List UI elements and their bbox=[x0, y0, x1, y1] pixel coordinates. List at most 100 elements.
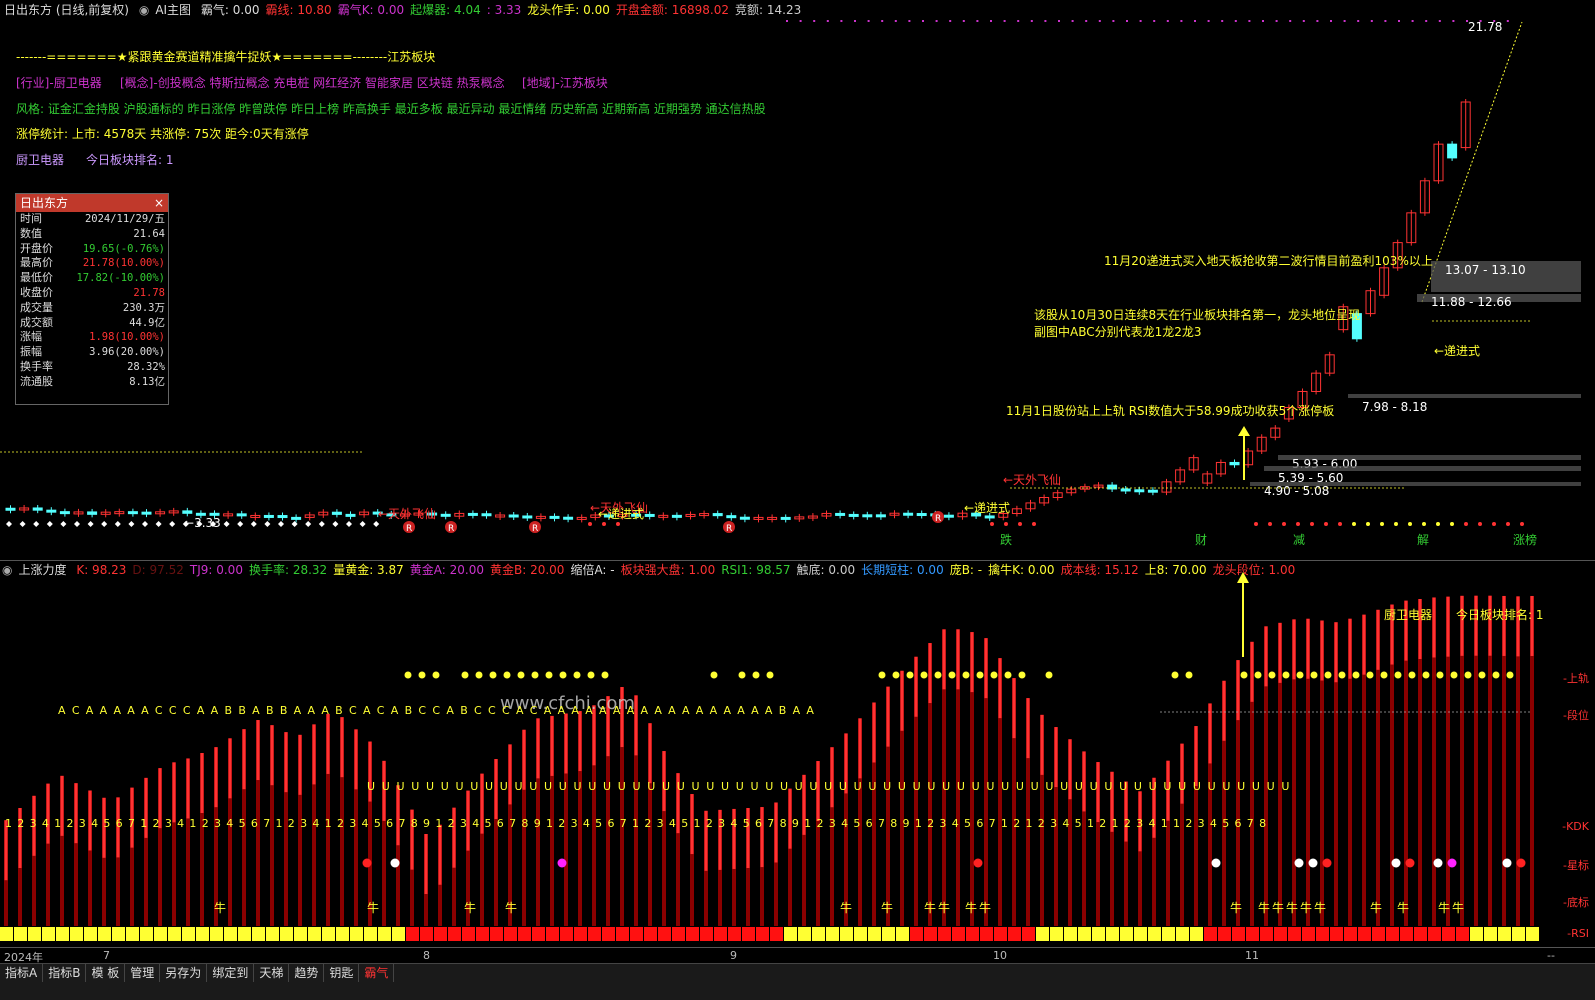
top-marker-dot bbox=[949, 20, 952, 22]
main-chart-area[interactable]: 日出东方 (日线,前复权) ◉ AI主图 霸气: 0.00 霸线: 10.80 霸气K… bbox=[0, 0, 1595, 560]
indicator-value-15: 上8: 70.00 bbox=[1144, 563, 1207, 577]
candle-body bbox=[127, 511, 138, 515]
ai-main-label[interactable]: AI主图 bbox=[155, 3, 191, 17]
top-marker-dot bbox=[990, 20, 992, 22]
kd-column-highlight bbox=[1502, 595, 1506, 656]
upper-band-dot bbox=[1366, 671, 1374, 679]
candle-body bbox=[467, 512, 478, 516]
niu-marker: 牛 bbox=[965, 900, 977, 915]
tab-0[interactable]: 指标A bbox=[0, 964, 44, 982]
rsi-block bbox=[1526, 927, 1539, 941]
tab-8[interactable]: 钥匙 bbox=[324, 964, 360, 982]
rsi-block bbox=[56, 927, 69, 941]
annotation-1: 11月20递进式买入地天板抢收第二波行情目前盈利103%以上 bbox=[1104, 254, 1433, 268]
quote-row-key: 开盘价 bbox=[20, 241, 53, 255]
tab-1[interactable]: 指标B bbox=[43, 964, 87, 982]
indicator-title[interactable]: 上涨力度 bbox=[18, 563, 66, 577]
candle-body bbox=[1134, 489, 1145, 493]
quote-panel[interactable]: 日出东方 × 时间 2024/11/29/五 数值 21.64 开盘价 19.65(-0.… bbox=[15, 193, 169, 405]
kd-column bbox=[1460, 595, 1464, 926]
upper-band-dot bbox=[1310, 671, 1318, 679]
signal-dot bbox=[588, 522, 592, 526]
tab-3[interactable]: 管理 bbox=[125, 964, 161, 982]
niu-marker: 牛 bbox=[505, 900, 517, 915]
top-marker-dot bbox=[1398, 20, 1400, 22]
signal-dot bbox=[1282, 522, 1286, 526]
diamond-marker bbox=[305, 521, 312, 527]
star-marker bbox=[1391, 858, 1401, 868]
diamond-marker bbox=[332, 521, 339, 527]
rsi-block bbox=[476, 927, 489, 941]
indicator-plot[interactable]: 牛牛牛牛牛牛牛牛牛牛牛牛牛牛牛牛牛牛牛牛 bbox=[0, 561, 1595, 949]
close-icon[interactable]: × bbox=[154, 194, 164, 212]
quote-row-key: 流通股 bbox=[20, 374, 53, 388]
signal-dot bbox=[1366, 522, 1370, 526]
candle-body bbox=[1243, 450, 1254, 466]
candle-body bbox=[1433, 143, 1444, 182]
indicator-value-2: TJ9: 0.00 bbox=[189, 563, 243, 577]
diamond-marker bbox=[250, 521, 257, 527]
star-marker bbox=[1322, 858, 1332, 868]
rsi-block bbox=[812, 927, 825, 941]
upper-band-dot bbox=[1018, 671, 1026, 679]
indicator-chart-area[interactable]: ◉ 上涨力度 K: 98.23 D: 97.52 TJ9: 0.00 换手率: 28.3… bbox=[0, 560, 1595, 961]
upper-band-dot bbox=[418, 671, 426, 679]
upper-band-dot bbox=[920, 671, 928, 679]
candle-body bbox=[100, 511, 111, 515]
tab-4[interactable]: 另存为 bbox=[160, 964, 208, 982]
sub-sector-name: 厨卫电器 bbox=[1384, 608, 1433, 622]
upper-band-dot bbox=[1171, 671, 1179, 679]
diamond-marker bbox=[223, 521, 230, 527]
upper-band-dot bbox=[878, 671, 886, 679]
rsi-block bbox=[994, 927, 1007, 941]
kd-column bbox=[802, 774, 806, 926]
quote-row-key: 成交额 bbox=[20, 315, 53, 329]
rsi-block bbox=[1484, 927, 1497, 941]
diamond-marker bbox=[87, 521, 94, 527]
indicator-label-段位: -段位 bbox=[1563, 709, 1589, 722]
r-badge-icon bbox=[932, 511, 944, 523]
rsi-block bbox=[168, 927, 181, 941]
tab-2[interactable]: 模 板 bbox=[86, 964, 126, 982]
candle-body bbox=[563, 516, 574, 520]
tab-9[interactable]: 霸气 bbox=[359, 964, 395, 982]
rsi-block bbox=[938, 927, 951, 941]
candle-body bbox=[1419, 180, 1430, 214]
indicator-value-5: 黄金A: 20.00 bbox=[409, 563, 484, 577]
kd-column bbox=[788, 788, 792, 926]
collapse-icon[interactable]: ◉ bbox=[2, 563, 12, 577]
upper-band-dot bbox=[1338, 671, 1346, 679]
ai-icon[interactable]: ◉ bbox=[139, 3, 149, 17]
kd-column bbox=[158, 768, 162, 926]
dijin-label: ←递进式 bbox=[1434, 344, 1480, 358]
upper-band-dot bbox=[752, 671, 760, 679]
kd-column-highlight bbox=[1334, 622, 1338, 683]
candle-body bbox=[87, 511, 98, 515]
kd-column-highlight bbox=[872, 702, 876, 763]
kd-column bbox=[46, 783, 50, 926]
main-chart-header: 日出东方 (日线,前复权) ◉ AI主图 霸气: 0.00 霸线: 10.80 霸气K… bbox=[0, 0, 1595, 20]
candle-body bbox=[141, 511, 152, 515]
tab-5[interactable]: 绑定到 bbox=[207, 964, 255, 982]
top-marker-dot bbox=[1017, 20, 1020, 22]
candle-body bbox=[1161, 481, 1172, 493]
kd-column-highlight bbox=[1292, 619, 1296, 680]
star-marker bbox=[1433, 858, 1443, 868]
rsi-block bbox=[980, 927, 993, 941]
quote-row-value: 230.3万 bbox=[122, 301, 165, 314]
star-marker bbox=[1405, 858, 1415, 868]
rsi-block bbox=[602, 927, 615, 941]
star-marker bbox=[1447, 858, 1457, 868]
rsi-block bbox=[882, 927, 895, 941]
upper-band-dot bbox=[1380, 671, 1388, 679]
tab-7[interactable]: 趋势 bbox=[289, 964, 325, 982]
kd-column-highlight bbox=[242, 729, 246, 790]
top-marker-dot bbox=[1330, 20, 1332, 22]
niu-marker: 牛 bbox=[1314, 900, 1326, 915]
tab-6[interactable]: 天梯 bbox=[254, 964, 290, 982]
candle-body bbox=[1229, 461, 1240, 466]
upper-band-dot bbox=[976, 671, 984, 679]
top-marker-dot bbox=[1221, 20, 1224, 22]
price-zone bbox=[1278, 455, 1581, 460]
candle-body bbox=[685, 513, 696, 517]
